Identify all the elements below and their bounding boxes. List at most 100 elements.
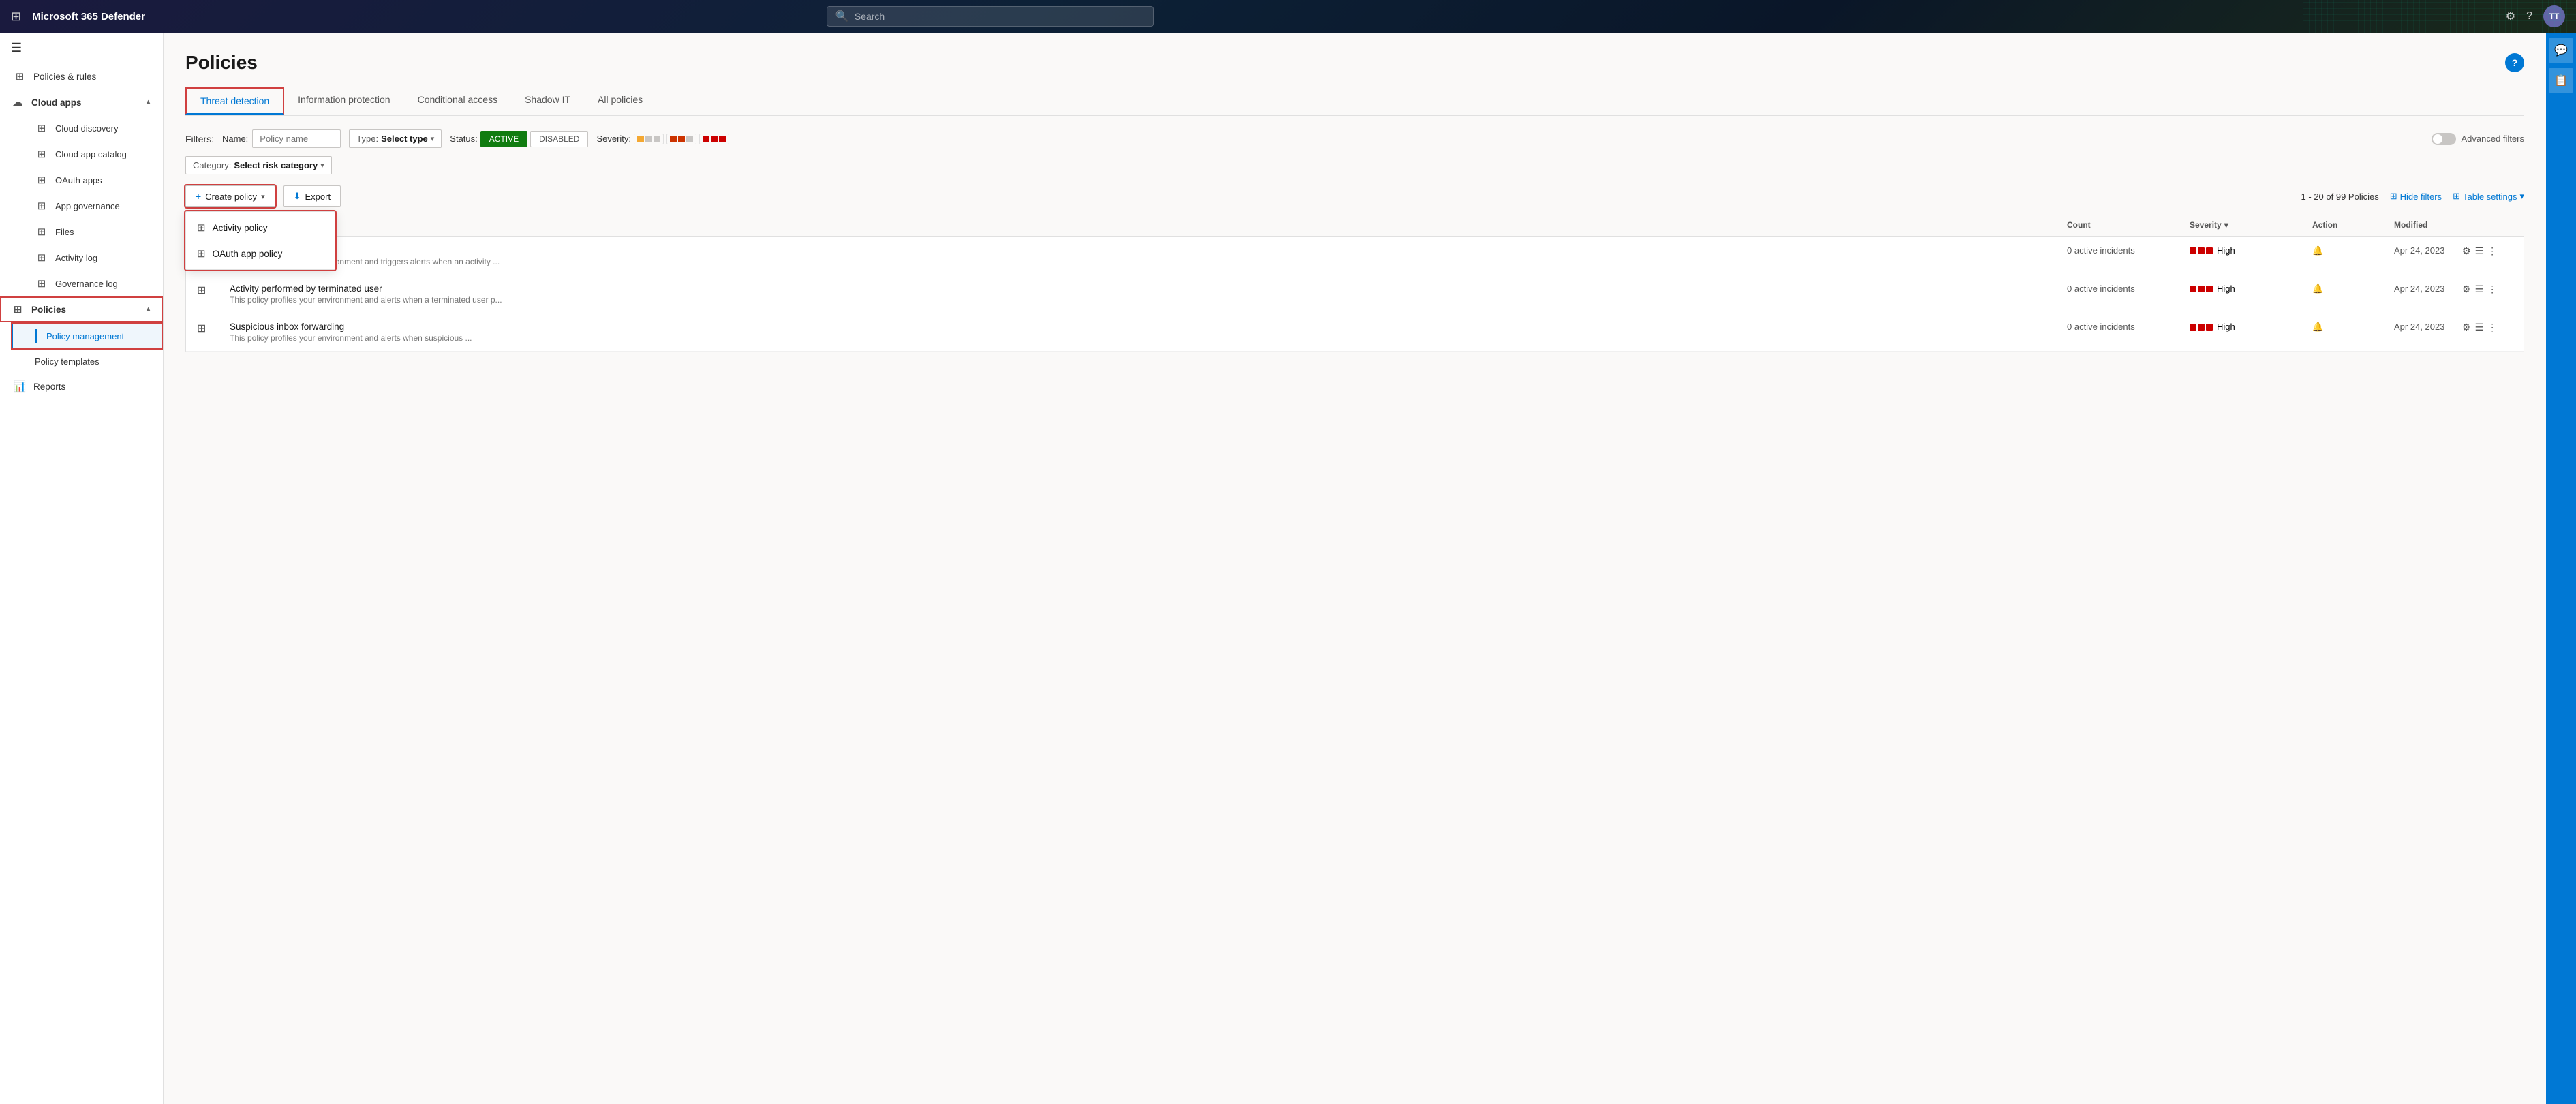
- help-button[interactable]: ?: [2505, 53, 2524, 72]
- more-button[interactable]: ⋮: [2487, 322, 2497, 333]
- create-policy-label: Create policy: [205, 191, 257, 202]
- sidebar-hamburger[interactable]: ☰: [0, 33, 163, 63]
- severity-icons: [2190, 286, 2213, 292]
- severity-low-icon[interactable]: [634, 134, 664, 144]
- name-filter-label: Name:: [222, 134, 248, 144]
- toolbar-right: 1 - 20 of 99 Policies ⊞ Hide filters ⊞ T…: [2301, 191, 2524, 202]
- settings-button[interactable]: ⚙: [2462, 283, 2471, 295]
- sidebar-item-governance-log[interactable]: ⊞ Governance log: [11, 271, 163, 296]
- settings-button[interactable]: ⚙: [2462, 245, 2471, 257]
- row-desc: This policy profiles your environment an…: [230, 333, 2067, 343]
- tab-threat-detection[interactable]: Threat detection: [185, 87, 284, 115]
- sidebar-item-policy-management[interactable]: Policy management: [11, 322, 163, 350]
- search-input[interactable]: [855, 11, 1145, 22]
- status-disabled-button[interactable]: DISABLED: [530, 131, 588, 147]
- tab-information-protection[interactable]: Information protection: [284, 87, 403, 115]
- filter-type[interactable]: Type: Select type ▾: [349, 129, 442, 148]
- tab-conditional-access[interactable]: Conditional access: [404, 87, 512, 115]
- sidebar-section-policies[interactable]: ⊞ Policies ▲: [0, 296, 163, 322]
- more-button[interactable]: ⋮: [2487, 245, 2497, 257]
- plus-icon: +: [196, 191, 201, 202]
- sidebar-item-policy-templates[interactable]: Policy templates: [11, 350, 163, 373]
- list-button[interactable]: ☰: [2475, 322, 2484, 333]
- table-row[interactable]: ⊞ Activity performed by terminated user …: [186, 275, 2524, 313]
- severity-high-icon[interactable]: [699, 134, 729, 144]
- activity-policy-icon: ⊞: [197, 221, 206, 234]
- governance-log-icon: ⊞: [35, 277, 48, 290]
- sidebar-item-policies-rules[interactable]: ⊞ Policies & rules: [0, 63, 163, 89]
- sidebar-item-cloud-discovery[interactable]: ⊞ Cloud discovery: [11, 115, 163, 141]
- filter-name: Name:: [222, 129, 341, 148]
- sidebar-item-label: Policies & rules: [33, 72, 96, 82]
- sidebar-item-app-governance[interactable]: ⊞ App governance: [11, 193, 163, 219]
- col-count[interactable]: Count: [2067, 220, 2190, 230]
- sidebar-section-cloud-apps[interactable]: ☁ Cloud apps ▲: [0, 89, 163, 115]
- more-button[interactable]: ⋮: [2487, 283, 2497, 295]
- table-header: Name / Description Count Severity ▾ Acti…: [186, 213, 2524, 237]
- settings-button[interactable]: ⚙: [2462, 322, 2471, 333]
- sidebar-item-files[interactable]: ⊞ Files: [11, 219, 163, 245]
- sidebar-item-label: Activity log: [55, 253, 97, 263]
- tab-all-policies[interactable]: All policies: [584, 87, 656, 115]
- sidebar-item-oauth-apps[interactable]: ⊞ OAuth apps: [11, 167, 163, 193]
- sev-sq-2: [2198, 247, 2205, 254]
- sidebar-item-activity-log[interactable]: ⊞ Activity log: [11, 245, 163, 271]
- sidebar-item-label: Policy templates: [35, 356, 99, 367]
- row-name: Activity performed by terminated user: [230, 283, 2067, 294]
- activity-log-icon: ⊞: [35, 251, 48, 264]
- help-icon[interactable]: ?: [2526, 10, 2532, 22]
- filter-category[interactable]: Category: Select risk category ▾: [185, 156, 332, 174]
- filter-status: Status: ACTIVE DISABLED: [450, 131, 588, 147]
- row-action: 🔔: [2312, 245, 2394, 256]
- export-label: Export: [305, 191, 331, 202]
- name-filter-input[interactable]: [252, 129, 341, 148]
- cloud-app-catalog-icon: ⊞: [35, 148, 48, 160]
- feedback-button[interactable]: 📋: [2549, 68, 2573, 93]
- table-row[interactable]: ⊞ Activity This policy profiles your env…: [186, 237, 2524, 275]
- severity-icons: [2190, 247, 2213, 254]
- col-severity[interactable]: Severity ▾: [2190, 220, 2312, 230]
- row-modified: Apr 24, 2023: [2394, 322, 2462, 332]
- advanced-filters-toggle[interactable]: [2432, 133, 2456, 145]
- type-filter-value: Select type: [381, 134, 428, 144]
- severity-medium-icon[interactable]: [666, 134, 696, 144]
- severity-label: High: [2217, 245, 2235, 256]
- table-settings-button[interactable]: ⊞ Table settings ▾: [2453, 191, 2524, 202]
- status-active-button[interactable]: ACTIVE: [480, 131, 527, 147]
- page-title: Policies: [185, 52, 258, 74]
- sev-sq-1: [703, 136, 709, 142]
- app-governance-icon: ⊞: [35, 200, 48, 212]
- sev-sq-1: [670, 136, 677, 142]
- table-row[interactable]: ⊞ Suspicious inbox forwarding This polic…: [186, 313, 2524, 352]
- sidebar-item-cloud-app-catalog[interactable]: ⊞ Cloud app catalog: [11, 141, 163, 167]
- avatar[interactable]: TT: [2543, 5, 2565, 27]
- settings-icon[interactable]: ⚙: [2506, 10, 2515, 23]
- table-settings-label: Table settings: [2463, 191, 2517, 202]
- sidebar: ☰ ⊞ Policies & rules ☁ Cloud apps ▲ ⊞ Cl…: [0, 33, 164, 1104]
- sidebar-item-label: Cloud app catalog: [55, 149, 127, 159]
- list-button[interactable]: ☰: [2475, 283, 2484, 295]
- sidebar-item-label: Reports: [33, 382, 65, 392]
- list-button[interactable]: ☰: [2475, 245, 2484, 257]
- topnav-icons: ⚙ ? TT: [2506, 5, 2565, 27]
- create-policy-button[interactable]: + Create policy ▾: [185, 185, 275, 207]
- chat-button[interactable]: 💬: [2549, 38, 2573, 63]
- hide-filters-button[interactable]: ⊞ Hide filters: [2390, 191, 2442, 202]
- severity-label: High: [2217, 283, 2235, 294]
- tabs: Threat detection Information protection …: [185, 87, 2524, 116]
- dropdown-item-activity-policy[interactable]: ⊞ Activity policy: [186, 215, 335, 241]
- filters-row-1: Filters: Name: Type: Select type ▾ Statu…: [185, 129, 2524, 148]
- sidebar-item-reports[interactable]: 📊 Reports: [0, 373, 163, 399]
- row-name-col: Suspicious inbox forwarding This policy …: [230, 322, 2067, 343]
- advanced-filters-label: Advanced filters: [2462, 134, 2525, 144]
- export-button[interactable]: ⬇ Export: [283, 185, 341, 207]
- search-bar[interactable]: 🔍: [827, 6, 1154, 27]
- tab-shadow-it[interactable]: Shadow IT: [511, 87, 584, 115]
- row-actions: ⚙ ☰ ⋮: [2462, 245, 2496, 257]
- dropdown-item-oauth-app-policy[interactable]: ⊞ OAuth app policy: [186, 241, 335, 266]
- oauth-apps-icon: ⊞: [35, 174, 48, 186]
- sev-sq-3: [2206, 247, 2213, 254]
- sev-sq-2: [711, 136, 718, 142]
- row-count: 0 active incidents: [2067, 322, 2190, 332]
- waffle-icon[interactable]: ⊞: [11, 10, 21, 24]
